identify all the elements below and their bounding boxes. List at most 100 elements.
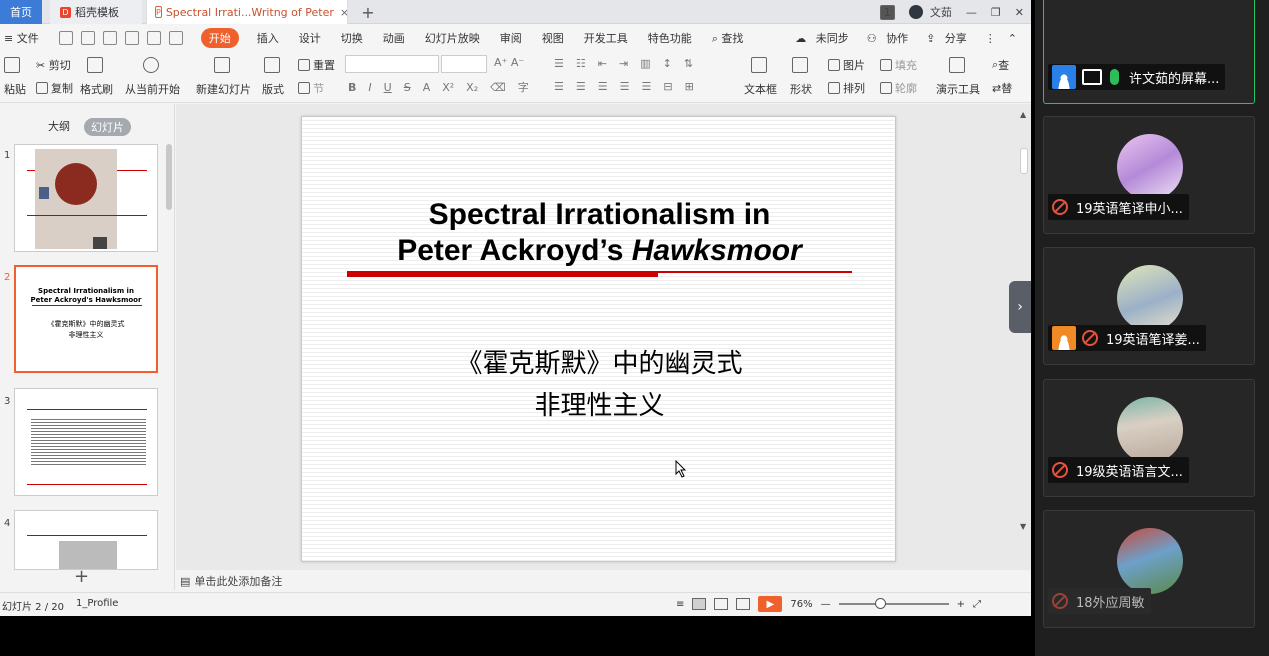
columns-icon[interactable]: ▥ bbox=[640, 57, 650, 70]
print-preview-icon[interactable] bbox=[124, 31, 139, 45]
presentation-tools-button[interactable]: 演示工具 bbox=[936, 57, 980, 97]
close-tab-icon[interactable]: × bbox=[340, 6, 347, 19]
textbox-button[interactable]: 文本框 bbox=[744, 57, 777, 97]
user-avatar[interactable] bbox=[908, 5, 923, 19]
theme-name[interactable]: 1_Profile bbox=[76, 598, 118, 609]
tab-slides[interactable]: 幻灯片 bbox=[84, 118, 131, 136]
replace-button[interactable]: ⇄ 替 bbox=[992, 80, 1012, 96]
slide-thumbnail-4[interactable] bbox=[14, 510, 158, 570]
slide-sorter-icon[interactable] bbox=[714, 598, 729, 610]
subscript-button[interactable]: X₂ bbox=[466, 81, 478, 94]
align-right-icon[interactable]: ☰ bbox=[598, 80, 608, 93]
format-painter-button[interactable]: 格式刷 bbox=[80, 57, 113, 97]
font-size-select[interactable] bbox=[441, 55, 487, 73]
share-button[interactable]: ⇪ 分享 bbox=[926, 30, 973, 46]
current-slide[interactable]: Spectral Irrationalism in Peter Ackroyd’… bbox=[301, 116, 896, 562]
smart-art-icon[interactable]: ⊞ bbox=[685, 80, 694, 93]
canvas-scrollbar[interactable]: ▲ ▼ bbox=[1019, 110, 1029, 565]
outline-button[interactable]: 轮廓 bbox=[880, 80, 917, 96]
slide-thumbnail-1[interactable] bbox=[14, 144, 158, 252]
menu-special[interactable]: 特色功能 bbox=[648, 30, 692, 46]
slide-title[interactable]: Spectral Irrationalism in Peter Ackroyd’… bbox=[302, 197, 897, 269]
canvas-scroll-thumb[interactable] bbox=[1020, 148, 1028, 174]
save-icon[interactable] bbox=[58, 31, 73, 45]
minimize-icon[interactable]: — bbox=[966, 6, 977, 19]
scroll-up-icon[interactable]: ▲ bbox=[1020, 110, 1026, 119]
fill-button[interactable]: 填充 bbox=[880, 57, 917, 73]
menu-view[interactable]: 视图 bbox=[542, 30, 564, 46]
copy-button[interactable]: 复制 bbox=[36, 80, 73, 96]
arrange-button[interactable]: 排列 bbox=[828, 80, 865, 96]
char-spacing-button[interactable]: 字 bbox=[518, 79, 529, 95]
tab-templates[interactable]: D 稻壳模板 bbox=[50, 0, 142, 24]
clear-format-icon[interactable]: ⌫ bbox=[490, 81, 506, 94]
menu-file[interactable]: ≡ 文件 bbox=[4, 30, 39, 46]
menu-slideshow[interactable]: 幻灯片放映 bbox=[425, 30, 480, 46]
zoom-level[interactable]: 76% bbox=[790, 599, 812, 610]
justify-icon[interactable]: ☰ bbox=[620, 80, 630, 93]
slide-thumbnail-2[interactable]: Spectral Irrationalism in Peter Ackroyd'… bbox=[14, 265, 158, 373]
bold-button[interactable]: B bbox=[348, 81, 356, 94]
menu-design[interactable]: 设计 bbox=[299, 30, 321, 46]
menu-search[interactable]: ⌕ 查找 bbox=[712, 30, 744, 46]
menu-transitions[interactable]: 切换 bbox=[341, 30, 363, 46]
participant-tile[interactable]: 19英语笔译姜... bbox=[1043, 247, 1255, 365]
line-spacing-icon[interactable]: ↕ bbox=[663, 57, 672, 70]
align-left-icon[interactable]: ☰ bbox=[554, 80, 564, 93]
slide-subtitle[interactable]: 《霍克斯默》中的幽灵式 非理性主义 bbox=[302, 343, 897, 427]
participant-tile[interactable]: 18外应周敏 bbox=[1043, 510, 1255, 628]
zoom-slider[interactable] bbox=[838, 598, 949, 609]
zoom-in-icon[interactable]: + bbox=[957, 599, 965, 610]
fit-window-icon[interactable]: ⤢ bbox=[973, 599, 981, 610]
play-from-current-button[interactable]: 从当前开始 bbox=[125, 57, 180, 97]
panel-scrollbar[interactable] bbox=[166, 144, 172, 210]
print-icon[interactable] bbox=[102, 31, 117, 45]
notes-bar[interactable]: ▤ 单击此处添加备注 bbox=[176, 570, 1031, 592]
font-size-buttons[interactable]: A⁺ A⁻ bbox=[494, 56, 524, 69]
more-icon[interactable]: ⋮ bbox=[985, 32, 996, 45]
menu-insert[interactable]: 插入 bbox=[257, 30, 279, 46]
numbering-icon[interactable]: ☷ bbox=[576, 57, 586, 70]
cut-button[interactable]: ✂ 剪切 bbox=[36, 57, 71, 73]
redo-icon[interactable] bbox=[168, 31, 183, 45]
distribute-icon[interactable]: ☰ bbox=[642, 80, 652, 93]
reset-button[interactable]: 重置 bbox=[298, 57, 335, 73]
find-button[interactable]: ⌕ 查 bbox=[992, 57, 1009, 73]
undo-icon[interactable] bbox=[146, 31, 161, 45]
zoom-slider-knob[interactable] bbox=[875, 598, 887, 609]
participant-tile[interactable]: 19级英语语言文... bbox=[1043, 379, 1255, 497]
close-window-icon[interactable]: ✕ bbox=[1015, 6, 1024, 19]
normal-view-icon[interactable] bbox=[692, 598, 707, 610]
notes-toggle-icon[interactable]: ≡ bbox=[676, 599, 684, 610]
text-direction-icon[interactable]: ⇅ bbox=[684, 57, 693, 70]
font-family-select[interactable] bbox=[345, 55, 439, 73]
picture-button[interactable]: 图片 bbox=[828, 57, 865, 73]
strike-button[interactable]: S bbox=[404, 81, 411, 94]
paste-button[interactable]: 粘贴 bbox=[4, 57, 26, 97]
menu-home[interactable]: 开始 bbox=[200, 28, 239, 48]
user-name[interactable]: 文茹 bbox=[930, 4, 952, 20]
italic-button[interactable]: I bbox=[368, 81, 371, 94]
menu-animations[interactable]: 动画 bbox=[383, 30, 405, 46]
add-slide-button[interactable]: + bbox=[74, 566, 89, 587]
slideshow-play-button[interactable]: ▶ bbox=[758, 596, 783, 612]
collaborate-button[interactable]: ⚇ 协作 bbox=[867, 30, 914, 46]
scroll-down-icon[interactable]: ▼ bbox=[1020, 522, 1026, 531]
superscript-button[interactable]: X² bbox=[442, 81, 454, 94]
underline-button[interactable]: U bbox=[384, 81, 392, 94]
tab-outline[interactable]: 大纲 bbox=[48, 118, 70, 136]
align-center-icon[interactable]: ☰ bbox=[576, 80, 586, 93]
window-count-badge[interactable]: 1 bbox=[879, 4, 895, 20]
tab-document[interactable]: P Spectral Irrati...Writng of Peter × bbox=[146, 0, 348, 24]
font-color-button[interactable]: A bbox=[423, 81, 431, 94]
collapse-ribbon-icon[interactable]: ⌃ bbox=[1008, 32, 1017, 45]
slide-thumbnail-3[interactable] bbox=[14, 388, 158, 496]
menu-review[interactable]: 审阅 bbox=[500, 30, 522, 46]
restore-icon[interactable]: ❐ bbox=[991, 6, 1001, 19]
decrease-indent-icon[interactable]: ⇤ bbox=[598, 57, 607, 70]
collapse-sidebar-button[interactable]: › bbox=[1009, 281, 1031, 333]
layout-button[interactable]: 版式 bbox=[262, 57, 284, 97]
export-icon[interactable] bbox=[80, 31, 95, 45]
shape-button[interactable]: 形状 bbox=[790, 57, 812, 97]
zoom-out-icon[interactable]: — bbox=[821, 599, 831, 610]
